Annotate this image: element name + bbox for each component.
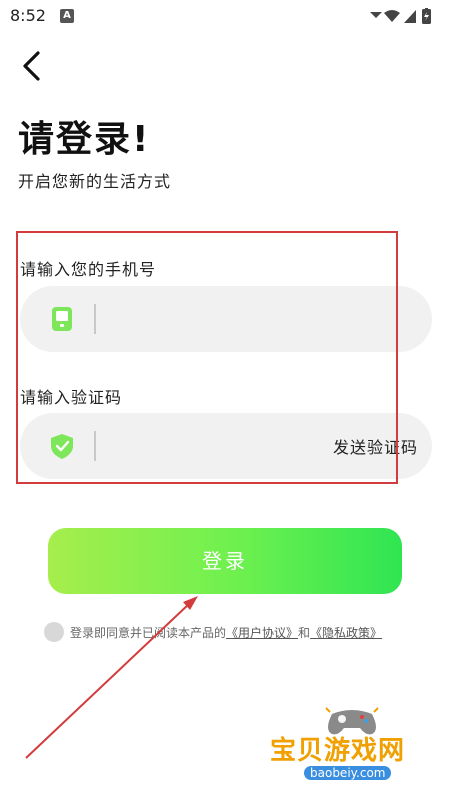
shield-check-icon (51, 434, 73, 459)
signal-dot-icon (370, 12, 382, 18)
chevron-left-icon (23, 51, 40, 81)
status-bar: 8:52 A (0, 0, 450, 32)
privacy-policy-link[interactable]: 《隐私政策》 (310, 626, 382, 640)
login-button[interactable]: 登录 (48, 528, 402, 594)
user-agreement-link[interactable]: 《用户协议》 (226, 626, 298, 640)
page-subtitle: 开启您新的生活方式 (18, 172, 172, 191)
code-input[interactable] (110, 421, 344, 473)
agreement-conjunction: 和 (298, 626, 311, 640)
app-notification-icon: A (60, 9, 74, 23)
agreement-checkbox[interactable] (44, 622, 64, 642)
code-field-label: 请输入验证码 (20, 388, 123, 407)
status-time: 8:52 (10, 6, 46, 25)
back-button[interactable] (16, 48, 52, 84)
watermark-title: 宝贝游戏网 (270, 736, 406, 766)
phone-input[interactable] (110, 294, 344, 346)
phone-icon (52, 307, 72, 331)
phone-field[interactable] (20, 286, 432, 352)
watermark-url: baobeiy.com (304, 766, 392, 780)
cell-signal-icon (404, 10, 416, 23)
phone-field-label: 请输入您的手机号 (20, 260, 157, 279)
wifi-icon (384, 10, 400, 22)
send-code-button[interactable]: 发送验证码 (333, 434, 418, 458)
status-icons (370, 8, 431, 24)
phone-field-divider (94, 304, 96, 334)
agreement-text: 登录即同意并已阅读本产品的《用户协议》和《隐私政策》 (70, 624, 382, 641)
code-field[interactable]: 发送验证码 (20, 413, 432, 479)
code-field-divider (94, 431, 96, 461)
watermark-logo: 宝贝游戏网 baobeiy.com (270, 704, 440, 794)
agreement-prefix: 登录即同意并已阅读本产品的 (70, 626, 227, 640)
page-title: 请登录! (18, 119, 151, 160)
